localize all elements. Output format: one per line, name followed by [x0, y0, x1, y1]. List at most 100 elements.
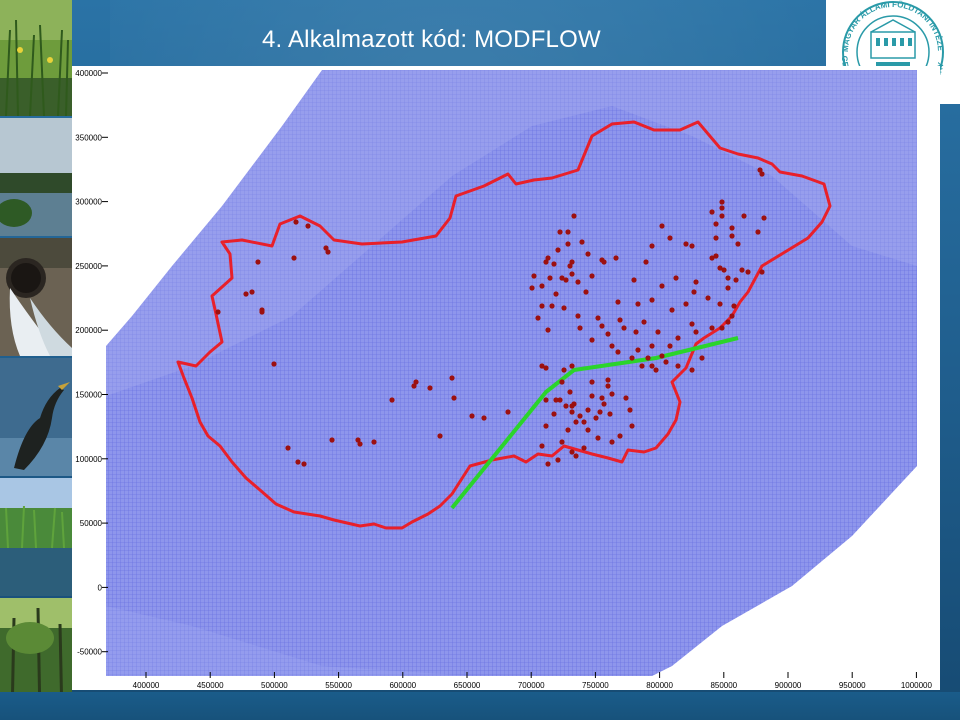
well-point	[555, 247, 561, 253]
well-point	[667, 235, 673, 241]
well-point	[539, 303, 545, 309]
well-point	[691, 289, 697, 295]
well-point	[719, 325, 725, 331]
well-point	[609, 391, 615, 397]
x-tick-label: 700000	[518, 681, 545, 690]
well-point	[729, 225, 735, 231]
photo-strip	[0, 0, 72, 720]
well-point	[689, 321, 695, 327]
well-point	[649, 243, 655, 249]
well-point	[325, 249, 331, 255]
y-tick-label: 350000	[75, 133, 102, 142]
well-point	[551, 411, 557, 417]
well-point	[271, 361, 277, 367]
well-point	[759, 269, 765, 275]
well-point	[301, 461, 307, 467]
well-point	[427, 385, 433, 391]
well-point	[559, 379, 565, 385]
well-point	[607, 411, 613, 417]
well-point	[589, 337, 595, 343]
well-point	[693, 279, 699, 285]
well-point	[589, 393, 595, 399]
well-point	[669, 307, 675, 313]
y-tick-label: 300000	[75, 198, 102, 207]
well-point	[553, 291, 559, 297]
well-point	[759, 171, 765, 177]
x-tick-label: 850000	[710, 681, 737, 690]
well-point	[639, 363, 645, 369]
modflow-grid-plot: 400000 450000 500000 550000 600000 650000 7000…	[72, 66, 940, 690]
well-point	[745, 269, 751, 275]
well-point	[653, 367, 659, 373]
well-point	[659, 283, 665, 289]
well-point	[717, 301, 723, 307]
well-point	[569, 363, 575, 369]
well-point	[659, 353, 665, 359]
well-point	[573, 419, 579, 425]
well-point	[605, 377, 611, 383]
well-point	[593, 415, 599, 421]
well-point	[705, 295, 711, 301]
well-point	[249, 289, 255, 295]
well-point	[631, 277, 637, 283]
well-point	[617, 317, 623, 323]
well-point	[545, 461, 551, 467]
well-point	[615, 349, 621, 355]
well-point	[613, 255, 619, 261]
well-point	[649, 343, 655, 349]
well-point	[555, 457, 561, 463]
well-point	[649, 363, 655, 369]
well-point	[605, 331, 611, 337]
well-point	[577, 325, 583, 331]
well-point	[583, 289, 589, 295]
well-point	[285, 445, 291, 451]
well-point	[531, 273, 537, 279]
well-point	[243, 291, 249, 297]
well-point	[481, 415, 487, 421]
well-point	[569, 271, 575, 277]
x-tick-label: 450000	[197, 681, 224, 690]
well-point	[551, 261, 557, 267]
x-tick-label: 750000	[582, 681, 609, 690]
well-point	[469, 413, 475, 419]
well-point	[557, 229, 563, 235]
well-point	[411, 383, 417, 389]
well-point	[719, 213, 725, 219]
well-point	[689, 367, 695, 373]
well-point	[629, 355, 635, 361]
well-point	[729, 233, 735, 239]
well-point	[623, 395, 629, 401]
well-point	[575, 279, 581, 285]
well-point	[571, 401, 577, 407]
well-point	[717, 265, 723, 271]
well-point	[643, 259, 649, 265]
well-point	[739, 267, 745, 273]
well-point	[371, 439, 377, 445]
well-point	[357, 441, 363, 447]
well-point	[729, 313, 735, 319]
well-point	[557, 397, 563, 403]
well-point	[581, 445, 587, 451]
well-point	[389, 397, 395, 403]
well-point	[571, 213, 577, 219]
outflow-pipe-photo	[0, 238, 72, 356]
well-point	[563, 403, 569, 409]
well-point	[733, 277, 739, 283]
well-point	[255, 259, 261, 265]
well-point	[451, 395, 457, 401]
well-point	[641, 319, 647, 325]
well-point	[659, 223, 665, 229]
x-tick-label: 650000	[454, 681, 481, 690]
well-point	[575, 313, 581, 319]
x-tick-label: 800000	[646, 681, 673, 690]
well-point	[561, 367, 567, 373]
well-point	[635, 347, 641, 353]
well-point	[543, 365, 549, 371]
well-point	[683, 301, 689, 307]
well-point	[329, 437, 335, 443]
well-point	[215, 309, 221, 315]
well-point	[579, 239, 585, 245]
well-point	[725, 319, 731, 325]
y-tick-label: 100000	[75, 455, 102, 464]
well-point	[617, 433, 623, 439]
